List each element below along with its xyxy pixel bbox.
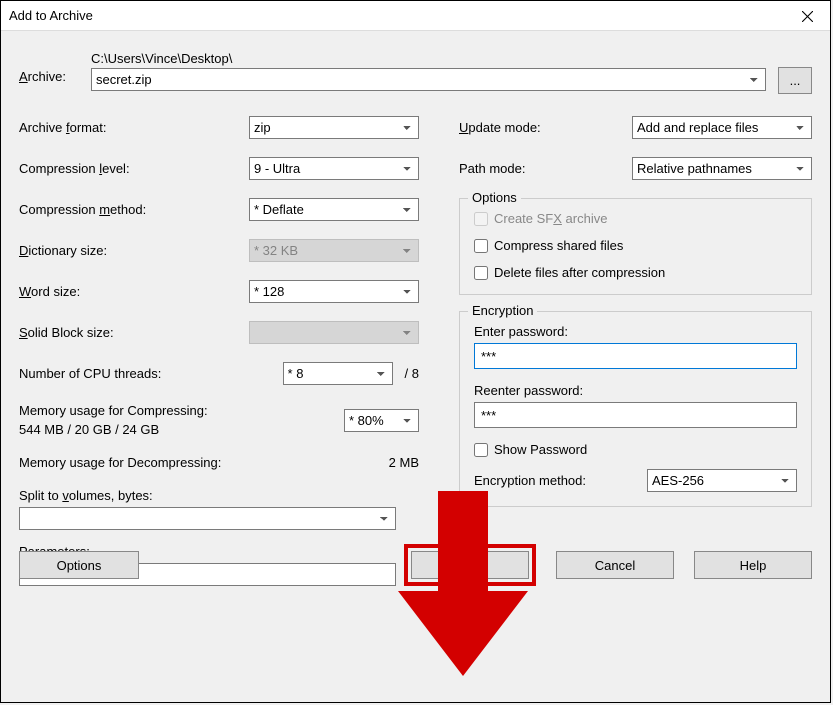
mem-compress-value: 544 MB / 20 GB / 24 GB	[19, 422, 208, 437]
format-label: Archive format:	[19, 120, 249, 135]
dialog-window: Add to Archive Archive: C:\Users\Vince\D…	[0, 0, 831, 703]
enter-password-label: Enter password:	[474, 324, 797, 339]
reenter-password-input[interactable]	[474, 402, 797, 428]
window-title: Add to Archive	[9, 8, 93, 23]
shared-checkbox[interactable]	[474, 239, 488, 253]
enc-method-label: Encryption method:	[474, 473, 637, 488]
shared-label: Compress shared files	[494, 238, 623, 253]
encryption-group: Encryption Enter password: Reenter passw…	[459, 311, 812, 507]
options-legend: Options	[468, 190, 521, 205]
archive-filename-combo[interactable]: secret.zip	[91, 68, 766, 91]
split-label: Split to volumes, bytes:	[19, 488, 419, 503]
close-icon	[802, 11, 813, 22]
ok-button[interactable]: OK	[411, 551, 529, 579]
method-label: Compression method:	[19, 202, 249, 217]
delete-checkbox[interactable]	[474, 266, 488, 280]
reenter-password-label: Reenter password:	[474, 383, 797, 398]
titlebar: Add to Archive	[1, 1, 830, 31]
options-group: Options Create SFX archive Compress shar…	[459, 198, 812, 295]
level-label: Compression level:	[19, 161, 249, 176]
split-combo[interactable]	[19, 507, 396, 530]
options-button[interactable]: Options	[19, 551, 139, 579]
dict-label: Dictionary size:	[19, 243, 249, 258]
word-combo[interactable]: * 128	[249, 280, 419, 303]
solid-label: Solid Block size:	[19, 325, 249, 340]
level-combo[interactable]: 9 - Ultra	[249, 157, 419, 180]
help-button[interactable]: Help	[694, 551, 812, 579]
show-password-label: Show Password	[494, 442, 587, 457]
delete-label: Delete files after compression	[494, 265, 665, 280]
sfx-checkbox	[474, 212, 488, 226]
format-combo[interactable]: zip	[249, 116, 419, 139]
enc-method-combo[interactable]: AES-256	[647, 469, 797, 492]
solid-combo	[249, 321, 419, 344]
path-mode-combo[interactable]: Relative pathnames	[632, 157, 812, 180]
threads-total: / 8	[405, 366, 419, 381]
enter-password-input[interactable]	[474, 343, 797, 369]
encryption-legend: Encryption	[468, 303, 537, 318]
close-button[interactable]	[785, 1, 830, 31]
threads-combo[interactable]: * 8	[283, 362, 393, 385]
threads-label: Number of CPU threads:	[19, 366, 283, 381]
sfx-label: Create SFX archive	[494, 211, 607, 226]
archive-path: C:\Users\Vince\Desktop\	[91, 51, 766, 66]
browse-button[interactable]: ...	[778, 67, 812, 94]
archive-label: Archive:	[19, 51, 79, 84]
path-mode-label: Path mode:	[459, 161, 632, 176]
ok-highlight-annotation: OK	[404, 544, 536, 586]
mem-percent-combo[interactable]: * 80%	[344, 409, 419, 432]
update-label: Update mode:	[459, 120, 632, 135]
mem-compress-label: Memory usage for Compressing:	[19, 403, 208, 418]
word-label: Word size:	[19, 284, 249, 299]
mem-decompress-label: Memory usage for Decompressing:	[19, 455, 221, 470]
method-combo[interactable]: * Deflate	[249, 198, 419, 221]
show-password-checkbox[interactable]	[474, 443, 488, 457]
mem-decompress-value: 2 MB	[389, 455, 419, 470]
update-combo[interactable]: Add and replace files	[632, 116, 812, 139]
dict-combo: * 32 KB	[249, 239, 419, 262]
cancel-button[interactable]: Cancel	[556, 551, 674, 579]
